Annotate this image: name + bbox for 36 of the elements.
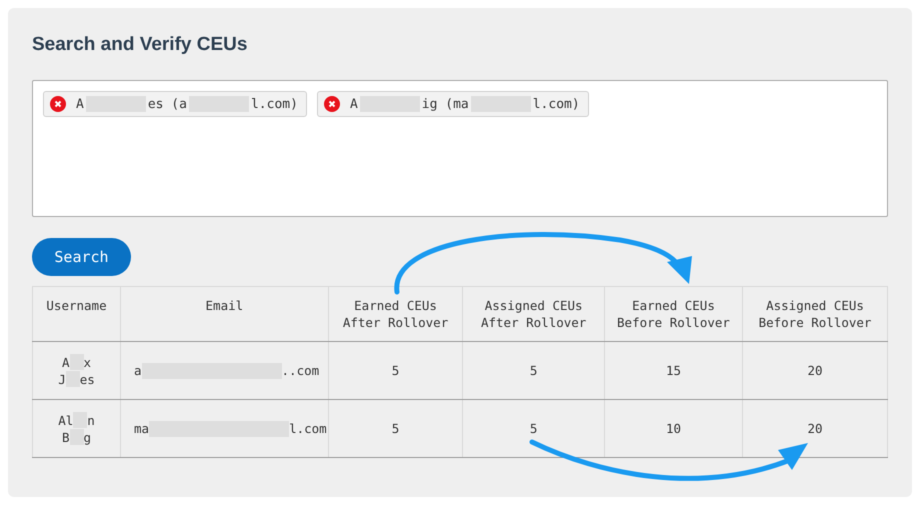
page-title: Search and Verify CEUs: [32, 33, 248, 57]
search-button[interactable]: Search: [32, 238, 131, 276]
chip-text: A: [350, 96, 358, 112]
table-cell: 5: [328, 342, 463, 400]
table-cell: 10: [604, 400, 743, 458]
email-text: l.com: [289, 420, 327, 437]
column-header: Earned CEUs After Rollover: [328, 286, 463, 342]
chip-text: A: [76, 96, 84, 112]
column-header: Assigned CEUs After Rollover: [462, 286, 604, 342]
recipient-field[interactable]: A es (a l.com) A ig (ma l.com): [32, 80, 888, 217]
column-header: Username: [32, 286, 120, 342]
username-text: x: [84, 354, 92, 370]
chip-text: es (a: [148, 96, 187, 112]
email-text: ma: [134, 420, 150, 437]
username-text: A: [62, 354, 70, 370]
chip-text: l.com): [532, 96, 580, 112]
table-cell: 20: [742, 342, 888, 400]
username-text: n: [87, 412, 95, 428]
column-header: Assigned CEUs Before Rollover: [742, 286, 888, 342]
username-text: B: [62, 428, 70, 446]
username-text: J: [58, 370, 66, 388]
recipient-chip[interactable]: A ig (ma l.com): [316, 91, 589, 117]
table-cell: 5: [462, 342, 604, 400]
table-cell: 5: [328, 400, 463, 458]
column-header: Earned CEUs Before Rollover: [604, 286, 743, 342]
table-cell: 15: [604, 342, 743, 400]
column-header: Email: [120, 286, 328, 342]
email-text: ..com: [282, 362, 320, 379]
table-cell: 5: [462, 400, 604, 458]
recipient-chip[interactable]: A es (a l.com): [43, 91, 307, 117]
email-text: a: [134, 362, 142, 379]
username-text: es: [80, 370, 95, 388]
username-text: Al: [58, 412, 74, 428]
chip-text: l.com): [250, 96, 298, 112]
username-text: g: [84, 428, 92, 446]
chip-text: ig (ma: [422, 96, 469, 112]
